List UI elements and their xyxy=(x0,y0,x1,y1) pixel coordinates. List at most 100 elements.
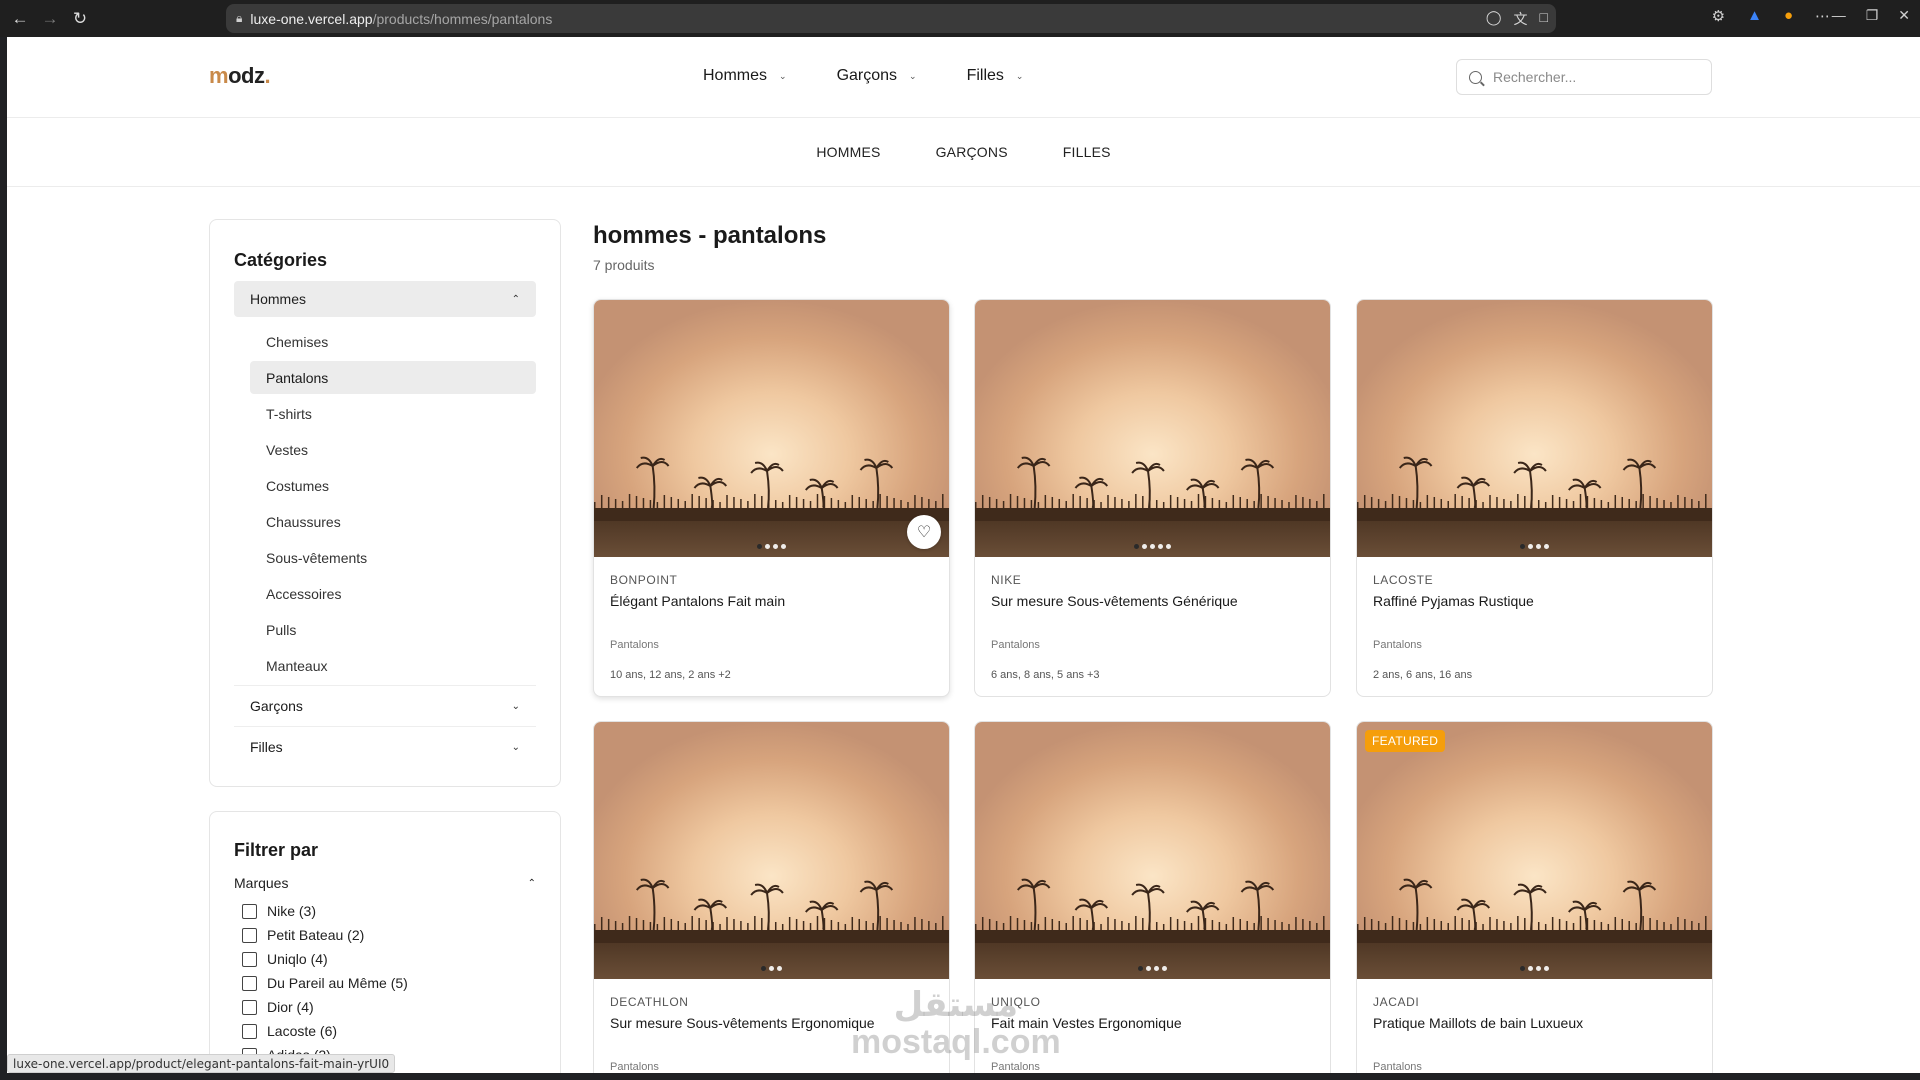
subnav-hommes[interactable]: HOMMES xyxy=(816,144,880,160)
product-name[interactable]: Raffiné Pyjamas Rustique xyxy=(1373,593,1696,609)
carousel-dot[interactable] xyxy=(1134,544,1139,549)
carousel-dot[interactable] xyxy=(777,966,782,971)
reload-button[interactable]: ↻ xyxy=(65,4,95,34)
product-brand: LACOSTE xyxy=(1373,573,1434,587)
carousel-dots xyxy=(975,544,1330,549)
carousel-dot[interactable] xyxy=(1536,544,1541,549)
brand-filter-item[interactable]: Petit Bateau (2) xyxy=(242,923,560,947)
carousel-dot[interactable] xyxy=(1150,544,1155,549)
nav-filles[interactable]: Filles ⌄ xyxy=(967,67,1024,85)
subcategory-item[interactable]: T-shirts xyxy=(250,397,536,430)
carousel-dot[interactable] xyxy=(1166,544,1171,549)
product-image[interactable] xyxy=(975,300,1330,557)
carousel-dot[interactable] xyxy=(1536,966,1541,971)
search-icon xyxy=(1469,70,1482,84)
product-name[interactable]: Pratique Maillots de bain Luxueux xyxy=(1373,1015,1696,1031)
carousel-dot[interactable] xyxy=(1142,544,1147,549)
minimize-icon[interactable]: — xyxy=(1832,7,1846,24)
carousel-dot[interactable] xyxy=(781,544,786,549)
heart-icon[interactable]: ♡ xyxy=(907,515,941,549)
product-image[interactable] xyxy=(594,722,949,979)
product-category: Pantalons xyxy=(1373,1061,1422,1073)
product-card[interactable]: LACOSTE Raffiné Pyjamas Rustique Pantalons… xyxy=(1356,299,1713,697)
palm-silhouette xyxy=(594,878,949,943)
carousel-dot[interactable] xyxy=(1138,966,1143,971)
translate-icon[interactable]: 文 xyxy=(1514,9,1528,29)
subcategory-item[interactable]: Chaussures xyxy=(250,505,536,538)
extension-orange-icon[interactable]: ● xyxy=(1784,7,1793,25)
brand-filter-item[interactable]: Uniqlo (4) xyxy=(242,947,560,971)
carousel-dot[interactable] xyxy=(1520,966,1525,971)
carousel-dot[interactable] xyxy=(765,544,770,549)
carousel-dot[interactable] xyxy=(1162,966,1167,971)
carousel-dot[interactable] xyxy=(1146,966,1151,971)
brand-filter-item[interactable]: Dior (4) xyxy=(242,995,560,1019)
checkbox[interactable] xyxy=(242,975,257,991)
carousel-dot[interactable] xyxy=(1544,966,1549,971)
checkbox[interactable] xyxy=(242,927,257,943)
back-button[interactable]: ← xyxy=(5,4,35,34)
brand-label: Dior (4) xyxy=(267,999,314,1015)
carousel-dot[interactable] xyxy=(761,966,766,971)
category-filles[interactable]: Filles ⌄ xyxy=(234,726,536,767)
brand-filter-item[interactable]: Lacoste (6) xyxy=(242,1019,560,1043)
product-image[interactable] xyxy=(1357,300,1712,557)
checkbox[interactable] xyxy=(242,951,257,967)
chevron-up-icon: ⌃ xyxy=(511,293,520,305)
product-card[interactable]: NIKE Sur mesure Sous-vêtements Générique P… xyxy=(974,299,1331,697)
carousel-dot[interactable] xyxy=(769,966,774,971)
subcategory-item[interactable]: Vestes xyxy=(250,433,536,466)
url-path: /products/hommes/pantalons xyxy=(372,10,553,27)
subcategory-item[interactable]: Costumes xyxy=(250,469,536,502)
extension-gear-icon[interactable]: ⚙ xyxy=(1712,7,1725,25)
nav-garcons[interactable]: Garçons ⌄ xyxy=(837,67,917,85)
carousel-dot[interactable] xyxy=(773,544,778,549)
subcategory-item[interactable]: Sous-vêtements xyxy=(250,541,536,574)
carousel-dot[interactable] xyxy=(1158,544,1163,549)
nav-hommes[interactable]: Hommes ⌄ xyxy=(703,67,787,85)
extension-blue-icon[interactable]: ▲ xyxy=(1747,7,1762,25)
checkbox[interactable] xyxy=(242,1023,257,1039)
brand-filter-item[interactable]: Du Pareil au Même (5) xyxy=(242,971,560,995)
subcategory-item[interactable]: Manteaux xyxy=(250,649,536,682)
search-input[interactable] xyxy=(1493,69,1693,85)
subcategory-item[interactable]: Chemises xyxy=(250,325,536,358)
logo[interactable]: modz. xyxy=(209,63,271,89)
close-icon[interactable]: ✕ xyxy=(1898,7,1910,24)
carousel-dots xyxy=(975,966,1330,971)
carousel-dot[interactable] xyxy=(1528,966,1533,971)
subcategory-list: Chemises Pantalons T-shirts Vestes Costumes C… xyxy=(250,325,536,682)
category-garcons[interactable]: Garçons ⌄ xyxy=(234,685,536,726)
page-viewport: modz. Hommes⌄ Garçons⌄ Filles⌄ HOMMES GA… xyxy=(7,37,1920,1073)
checkbox[interactable] xyxy=(242,903,257,919)
product-image[interactable] xyxy=(975,722,1330,979)
carousel-dot[interactable] xyxy=(1154,966,1159,971)
subnav-filles[interactable]: FILLES xyxy=(1063,144,1111,160)
reader-icon[interactable]: □ xyxy=(1540,9,1548,29)
carousel-dot[interactable] xyxy=(757,544,762,549)
brands-filter-header[interactable]: Marques ⌃ xyxy=(234,875,536,891)
carousel-dot[interactable] xyxy=(1520,544,1525,549)
brand-filter-item[interactable]: Nike (3) xyxy=(242,899,560,923)
subcategory-item[interactable]: Accessoires xyxy=(250,577,536,610)
product-image[interactable]: ♡ xyxy=(594,300,949,557)
address-bar[interactable]: 🔒︎ luxe-one.vercel.app/products/hommes/p… xyxy=(226,4,1556,33)
restore-icon[interactable]: ❐ xyxy=(1866,7,1879,24)
product-name[interactable]: Élégant Pantalons Fait main xyxy=(610,593,933,609)
category-hommes[interactable]: Hommes ⌃ xyxy=(234,281,536,317)
product-brand: JACADI xyxy=(1373,995,1420,1009)
product-image[interactable]: FEATURED xyxy=(1357,722,1712,979)
forward-button[interactable]: → xyxy=(35,4,65,34)
more-icon[interactable]: ⋯ xyxy=(1815,7,1830,25)
carousel-dot[interactable] xyxy=(1544,544,1549,549)
shield-icon[interactable]: ◯ xyxy=(1486,9,1502,29)
product-category: Pantalons xyxy=(991,639,1040,651)
product-card[interactable]: ♡ BONPOINT Élégant Pantalons Fait main Pant… xyxy=(593,299,950,697)
subcategory-item[interactable]: Pantalons xyxy=(250,361,536,394)
product-name[interactable]: Sur mesure Sous-vêtements Générique xyxy=(991,593,1314,609)
checkbox[interactable] xyxy=(242,999,257,1015)
subcategory-item[interactable]: Pulls xyxy=(250,613,536,646)
carousel-dot[interactable] xyxy=(1528,544,1533,549)
subnav-garcons[interactable]: GARÇONS xyxy=(936,144,1008,160)
product-card[interactable]: FEATURED JACADI Pratique Maillots de bain … xyxy=(1356,721,1713,1073)
